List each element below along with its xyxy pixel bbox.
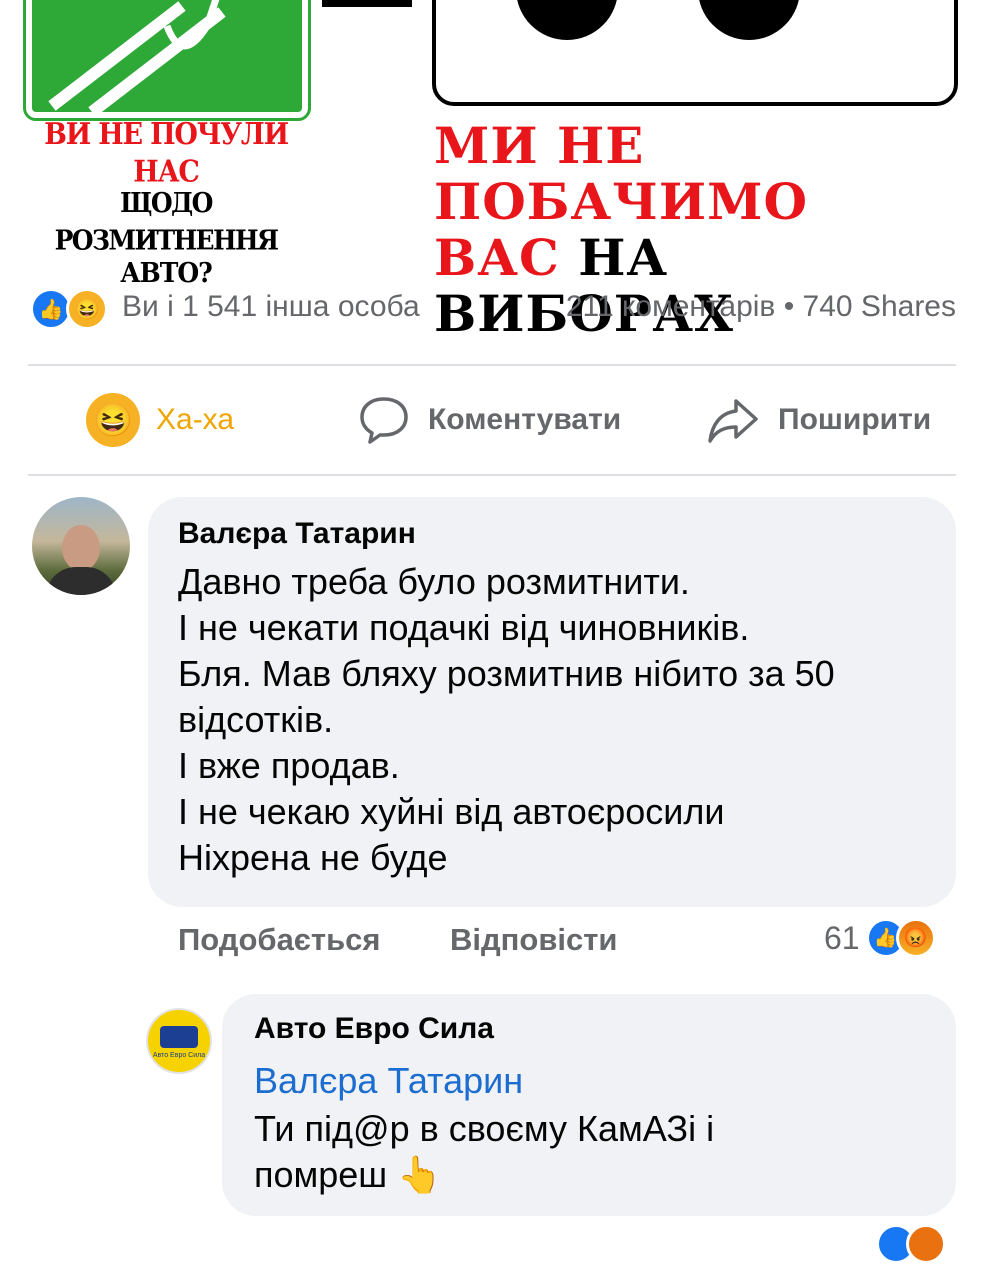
- dash-separator: [322, 0, 412, 7]
- reaction-icons[interactable]: 👍 😆: [30, 288, 110, 330]
- reply-button[interactable]: Відповісти: [450, 922, 618, 958]
- right-eye-graphic: [698, 0, 800, 40]
- comments-shares-count[interactable]: 211 коментарів • 740 Shares: [566, 290, 956, 324]
- divider: [28, 474, 956, 476]
- right-caption-line-2: ВАС НА ВИБОРАХ: [434, 230, 964, 342]
- avatar[interactable]: [32, 497, 130, 595]
- left-caption-line-2: ЩОДО РОЗМИТНЕННЯ: [54, 186, 279, 257]
- left-caption-line-3: АВТО?: [120, 256, 213, 289]
- reply-line: помреш 👆: [254, 1154, 443, 1195]
- right-caption-red-word: ВАС: [434, 228, 560, 287]
- left-caption: ВИ НЕ ПОЧУЛИ НАС ЩОДО РОЗМИТНЕННЯ АВТО?: [10, 117, 322, 290]
- avatar-body-graphic: [46, 567, 116, 595]
- like-comment-button[interactable]: Подобається: [178, 922, 381, 958]
- left-eye-graphic: [516, 0, 618, 40]
- green-road-sign-image: [23, 0, 311, 121]
- comment-icon: [360, 397, 408, 444]
- haha-reaction-button[interactable]: 😆 Ха-ха: [86, 392, 234, 448]
- comment-line: І не чекаю хуйні від автоєросили: [178, 791, 725, 832]
- comment-bubble: Валєра Татарин Давно треба було розмитни…: [148, 497, 956, 907]
- comment-author[interactable]: Валєра Татарин: [178, 517, 416, 551]
- comment-button[interactable]: Коментувати: [358, 392, 621, 448]
- haha-icon: 😆: [86, 393, 140, 447]
- comment-line: відсотків.: [178, 699, 334, 740]
- reaction-count-number: 61: [824, 919, 860, 956]
- comment-line: Давно треба було розмитнити.: [178, 561, 690, 602]
- angry-icon: 😡: [895, 918, 936, 958]
- mention-link[interactable]: Валєра Татарин: [254, 1060, 523, 1102]
- haha-icon: 😆: [66, 288, 108, 330]
- right-caption-line-1: МИ НЕ ПОБАЧИМО: [434, 116, 809, 231]
- eu-flag-logo: [160, 1026, 198, 1048]
- comment-line: Ніхрена не буде: [178, 837, 448, 878]
- face-image: [432, 0, 958, 106]
- comment-label: Коментувати: [428, 403, 622, 436]
- haha-label: Ха-ха: [156, 403, 235, 436]
- road-sign-arrow-graphic: [48, 0, 226, 117]
- divider: [28, 364, 956, 366]
- share-icon: [708, 399, 758, 443]
- avatar-logo-text: Авто Евро Сила: [152, 1052, 206, 1059]
- page-avatar[interactable]: Авто Евро Сила: [146, 1008, 212, 1074]
- reply-line: Ти під@р в своєму КамАЗі і: [254, 1108, 715, 1149]
- reply-text: Ти під@р в своєму КамАЗі і помреш 👆: [254, 1106, 714, 1198]
- comment-text: Давно треба було розмитнити. І не чекати…: [178, 559, 835, 881]
- share-button[interactable]: Поширити: [706, 392, 931, 448]
- angry-icon: [906, 1224, 946, 1264]
- avatar-face-graphic: [62, 525, 100, 571]
- comment-line: Бля. Мав бляху розмитнив нібито за 50: [178, 653, 835, 694]
- reaction-summary-text[interactable]: Ви і 1 541 інша особа: [122, 290, 420, 324]
- reply-reaction-icons[interactable]: [876, 1224, 956, 1264]
- share-label: Поширити: [778, 403, 932, 436]
- reply-author[interactable]: Авто Евро Сила: [254, 1012, 494, 1046]
- reply-bubble: Авто Евро Сила Валєра Татарин Ти під@р в…: [222, 994, 956, 1216]
- comment-reaction-count[interactable]: 61 👍 😡: [824, 918, 936, 958]
- comment-line: І вже продав.: [178, 745, 400, 786]
- comment-line: І не чекати подачкі від чиновників.: [178, 607, 750, 648]
- left-caption-line-1: ВИ НЕ ПОЧУЛИ НАС: [44, 117, 289, 190]
